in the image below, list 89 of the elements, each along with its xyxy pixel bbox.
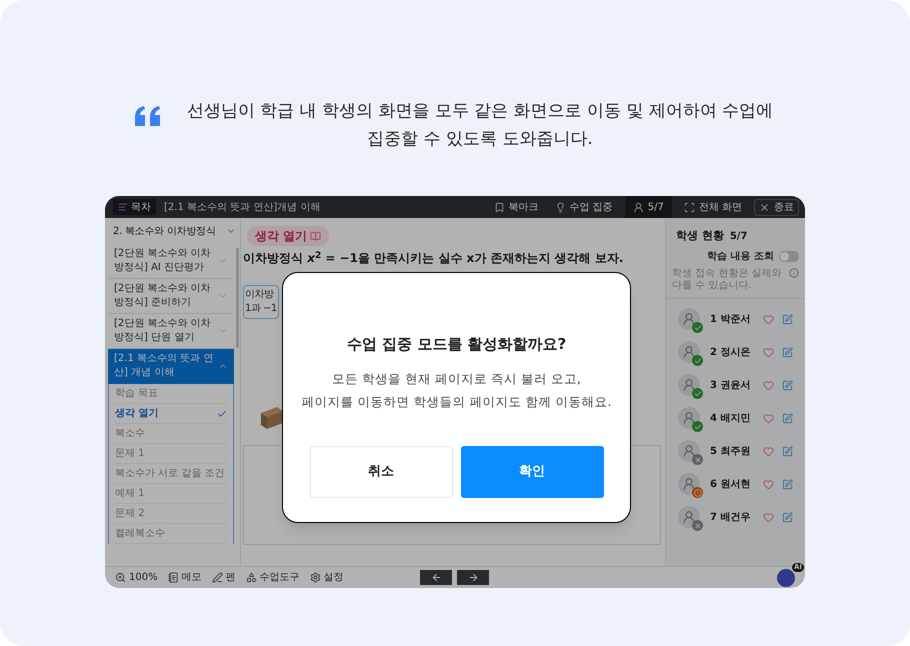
- dialog-message: 모든 학생을 현재 페이지로 즉시 불러 오고,: [332, 370, 581, 386]
- heart-icon[interactable]: [763, 412, 774, 424]
- avatar-icon: [682, 345, 696, 359]
- card-text: 이차방: [245, 288, 275, 302]
- student-name: 7 배건우: [710, 510, 752, 524]
- edit-icon[interactable]: [782, 314, 793, 324]
- toolbar-button[interactable]: 북마크: [490, 196, 543, 218]
- close-icon: [759, 202, 770, 212]
- tool-button[interactable]: 100%: [115, 570, 158, 585]
- tool-button[interactable]: 설정: [310, 570, 344, 585]
- lesson-item[interactable]: [2.1 복소수의 뜻과 연산] 개념 이해: [108, 349, 234, 384]
- toggle-label: 학습 내용 조회: [707, 250, 774, 264]
- edit-icon[interactable]: [782, 346, 793, 358]
- section-label: 생각 열기: [115, 407, 160, 421]
- intro-text: 선생님이 학급 내 학생의 화면을 모두 같은 화면으로 이동 및 제어하여 수업에: [186, 100, 774, 122]
- section-item[interactable]: 생각 열기: [115, 404, 227, 424]
- person-icon: [632, 202, 644, 212]
- lesson-item-label: [2단원 복소수와 이차방정식] AI 진단평가: [114, 247, 212, 275]
- info-icon[interactable]: [789, 268, 799, 278]
- shapes-icon: [246, 572, 257, 583]
- heart-icon[interactable]: [763, 380, 774, 390]
- tool-button[interactable]: 수업도구: [246, 570, 300, 585]
- edit-icon[interactable]: [782, 478, 793, 490]
- lesson-title: [2.1 복소수의 뜻과 연산]개념 이해: [164, 200, 322, 214]
- quote-icon: [133, 104, 163, 128]
- section-label: 복소수: [115, 427, 146, 441]
- note-text: 학생 접속 현황은 실제와 다를 수 있습니다.: [672, 268, 783, 292]
- lesson-item-label: [2단원 복소수와 이차방정식] 단원 열기: [114, 317, 212, 345]
- book-icon: [310, 230, 322, 242]
- section-label: 학습 목표: [115, 387, 160, 401]
- heart-icon[interactable]: [763, 446, 774, 456]
- section-tag: 생각 열기: [247, 226, 330, 246]
- toolbar-button[interactable]: 전체 화면: [680, 196, 746, 218]
- student-count: 5/7: [730, 230, 748, 244]
- check-icon: [217, 408, 227, 418]
- avatar-icon: [682, 411, 696, 425]
- dialog-message: 페이지를 이동하면 학생들의 페이지도 함께 이동해요.: [302, 392, 612, 410]
- dialog-title: 수업 집중 모드를 활성화할까요?: [346, 334, 566, 355]
- question-text: 이차방정식 x$^{2}$ = −1을 만족시키는 실수 x가 존재하는지 생각해 보자.: [243, 250, 624, 267]
- section-label: 예제 1: [115, 487, 146, 501]
- settings-icon: [310, 572, 321, 583]
- student-name: 3 권윤서: [710, 378, 752, 392]
- zoom-icon: [115, 572, 126, 583]
- section-label: 켤레복소수: [115, 527, 166, 541]
- student-name: 1 박준서: [710, 312, 752, 326]
- pen-icon: [212, 572, 223, 583]
- avatar-icon: [682, 312, 696, 326]
- toolbar-button[interactable]: 수업 집중: [550, 196, 617, 218]
- tool-button[interactable]: 펜: [212, 570, 236, 585]
- assistant-button[interactable]: [777, 568, 795, 586]
- student-name: 5 최주원: [710, 444, 752, 458]
- toc-button[interactable]: 목차: [113, 199, 156, 215]
- student-name: 2 정시온: [710, 346, 752, 360]
- card-text: 1과 −1: [245, 302, 277, 316]
- edit-icon[interactable]: [782, 380, 793, 390]
- avatar-icon: [682, 444, 696, 458]
- heart-icon[interactable]: [763, 314, 774, 324]
- lesson-item-label: [2.1 복소수의 뜻과 연산] 개념 이해: [114, 352, 214, 380]
- previous-button[interactable]: [420, 570, 452, 585]
- avatar-icon: [682, 378, 696, 392]
- chapter-title: 2. 복소수와 이차방정식: [113, 224, 217, 238]
- lightbulb-icon: [554, 202, 566, 212]
- notebook-icon: [168, 572, 179, 583]
- bookmark-icon: [494, 202, 505, 212]
- lesson-item-label: [2단원 복소수와 이차방정식] 준비하기: [114, 282, 212, 310]
- edit-icon[interactable]: [782, 446, 793, 456]
- toggle-switch[interactable]: [779, 250, 799, 262]
- list-icon: [118, 202, 128, 212]
- tool-button[interactable]: 메모: [168, 570, 202, 585]
- student-name: 6 원서현: [710, 478, 752, 492]
- arrow-right-icon: [468, 572, 478, 583]
- exit-button[interactable]: 종료: [754, 198, 799, 216]
- arrow-left-icon: [430, 572, 442, 583]
- heart-icon[interactable]: [763, 346, 774, 358]
- heart-icon[interactable]: [763, 478, 774, 490]
- section-label: 문제 1: [115, 447, 146, 461]
- edit-icon[interactable]: [782, 412, 793, 424]
- heart-icon[interactable]: [763, 512, 774, 522]
- avatar-icon: [682, 510, 696, 524]
- panel-title: 학생 현황: [676, 228, 724, 244]
- next-button[interactable]: [457, 570, 489, 585]
- avatar-icon: [682, 477, 696, 491]
- intro-text: 집중할 수 있도록 도와줍니다.: [367, 128, 593, 150]
- fullscreen-icon: [684, 202, 695, 212]
- section-label: 문제 2: [115, 507, 146, 521]
- toolbar-button[interactable]: 5/7: [624, 196, 672, 218]
- cancel-button[interactable]: 취소: [310, 446, 452, 498]
- student-name: 4 배지민: [710, 412, 752, 426]
- edit-icon[interactable]: [782, 512, 793, 522]
